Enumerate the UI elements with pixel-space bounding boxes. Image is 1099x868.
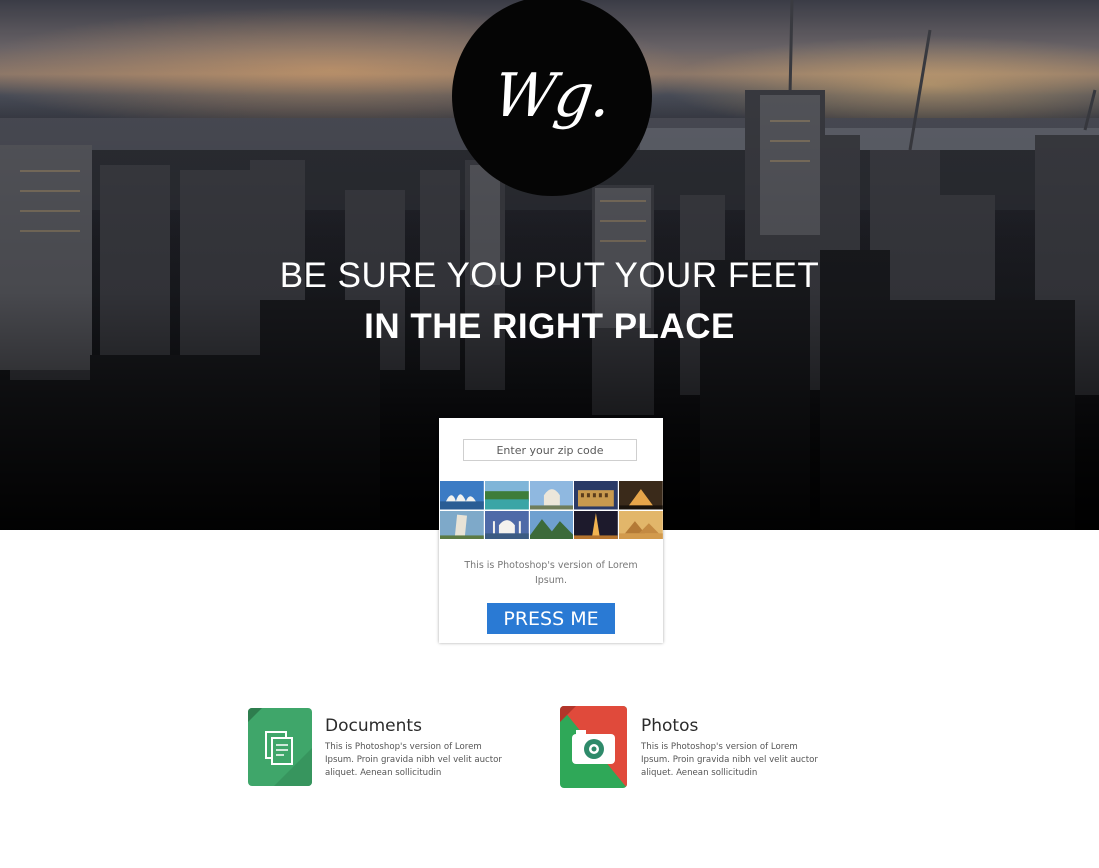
logo-text: Wg. xyxy=(489,61,615,131)
camera-icon[interactable] xyxy=(560,706,627,788)
sydney-opera-house-icon xyxy=(440,481,484,510)
sacre-coeur-icon xyxy=(529,481,574,510)
card-description: This is Photoshop's version of Lorem Ips… xyxy=(464,560,638,586)
louvre-pyramid-icon xyxy=(619,481,663,510)
leaning-tower-pisa-icon xyxy=(440,510,484,539)
colosseum-icon xyxy=(574,481,619,510)
logo-circle[interactable]: Wg. xyxy=(452,0,652,196)
hero-headline-line2: IN THE RIGHT PLACE xyxy=(364,307,735,346)
taj-mahal-icon xyxy=(484,510,529,539)
press-me-button[interactable]: PRESS ME xyxy=(487,603,615,634)
tropical-lake-icon xyxy=(484,481,529,510)
mountain-valley-icon xyxy=(529,510,574,539)
feature-photos: Photos This is Photoshop's version of Lo… xyxy=(560,706,820,790)
feature-title: Photos xyxy=(641,716,699,736)
feature-description: This is Photoshop's version of Lorem Ips… xyxy=(641,742,818,778)
documents-icon[interactable] xyxy=(248,708,312,786)
zip-search-card: This is Photoshop's version of Lorem Ips… xyxy=(439,418,663,643)
zip-code-input[interactable] xyxy=(463,439,637,461)
feature-title: Documents xyxy=(325,716,422,736)
feature-description: This is Photoshop's version of Lorem Ips… xyxy=(325,742,502,778)
giza-pyramids-icon xyxy=(619,510,663,539)
destination-thumbnails xyxy=(440,481,663,539)
hero-headline-line1: BE SURE YOU PUT YOUR FEET xyxy=(279,256,820,295)
feature-documents: Documents This is Photoshop's version of… xyxy=(248,706,508,790)
eiffel-tower-icon xyxy=(574,510,619,539)
